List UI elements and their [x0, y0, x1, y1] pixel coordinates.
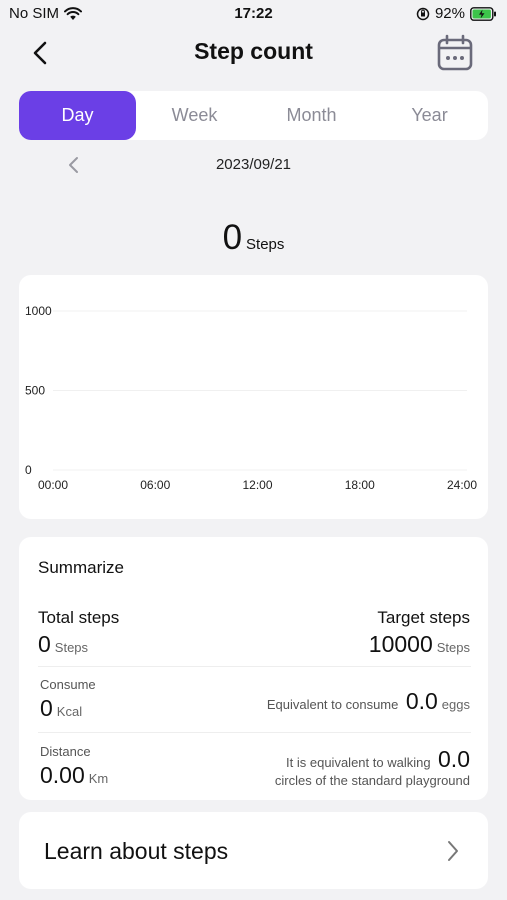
eggs-unit: eggs: [441, 697, 470, 712]
divider: [38, 732, 471, 733]
target-steps-unit: Steps: [436, 640, 470, 655]
tab-month[interactable]: Month: [253, 91, 370, 140]
consume-label: Consume: [40, 677, 96, 692]
distance-readout: 0.00 Km: [40, 762, 108, 789]
divider: [38, 666, 471, 667]
orientation-lock-icon: [416, 7, 430, 20]
battery-percent: 92%: [434, 5, 465, 22]
x-tick-label: 18:00: [345, 478, 375, 492]
chevron-right-icon: [448, 841, 458, 861]
consume-unit: Kcal: [56, 704, 83, 719]
step-total-display: 0 Steps: [0, 218, 507, 258]
total-steps-unit: Steps: [54, 640, 89, 655]
distance-value: 0.00: [40, 762, 85, 788]
summary-title: Summarize: [38, 558, 124, 577]
eggs-value: 0.0: [405, 688, 438, 714]
total-steps-label: Total steps: [38, 608, 120, 627]
page-title: Step count: [194, 38, 313, 64]
total-steps-value: 0: [38, 631, 51, 657]
step-total-unit: Steps: [246, 236, 285, 253]
y-tick-label: 1000: [25, 304, 52, 318]
y-tick-label: 0: [25, 463, 32, 477]
total-steps-readout: 0 Steps: [38, 631, 88, 658]
tab-day[interactable]: Day: [19, 91, 136, 140]
consume-readout: 0 Kcal: [40, 695, 82, 722]
x-tick-label: 00:00: [38, 478, 68, 492]
y-tick-label: 500: [25, 384, 45, 398]
target-steps-readout: 10000 Steps: [369, 631, 470, 658]
step-chart-card: 1000 500 0 00:00 06:00 12:00 18:00 24:00: [19, 275, 488, 519]
tab-year[interactable]: Year: [371, 91, 488, 140]
eggs-readout: Equivalent to consume 0.0 eggs: [267, 688, 470, 715]
summary-card: Summarize Total steps 0 Steps Target step…: [19, 537, 488, 800]
step-total-value: 0: [222, 218, 243, 257]
eggs-prefix: Equivalent to consume: [266, 697, 399, 712]
playground-suffix: circles of the standard playground: [274, 773, 470, 788]
consume-value: 0: [40, 695, 53, 721]
x-tick-label: 12:00: [242, 478, 272, 492]
x-tick-label: 24:00: [447, 478, 477, 492]
playground-prefix: It is equivalent to walking: [286, 755, 431, 770]
playground-value: 0.0: [438, 746, 470, 772]
current-date: 2023/09/21: [215, 156, 292, 173]
step-chart: 1000 500 0 00:00 06:00 12:00 18:00 24:00: [25, 304, 477, 492]
calendar-icon[interactable]: [436, 34, 474, 72]
battery-charging-icon: [470, 6, 496, 21]
distance-label: Distance: [40, 744, 91, 759]
period-tabs: Day Week Month Year: [19, 91, 488, 140]
target-steps-label: Target steps: [377, 608, 470, 627]
x-tick-label: 06:00: [140, 478, 170, 492]
target-steps-value: 10000: [368, 631, 433, 657]
status-bar: No SIM 17:22 92%: [0, 0, 507, 30]
distance-unit: Km: [88, 771, 109, 786]
playground-readout: It is equivalent to walking 0.0: [286, 746, 470, 773]
learn-about-steps-button[interactable]: Learn about steps: [19, 812, 488, 889]
tab-week[interactable]: Week: [136, 91, 253, 140]
learn-about-steps-label: Learn about steps: [44, 838, 229, 864]
